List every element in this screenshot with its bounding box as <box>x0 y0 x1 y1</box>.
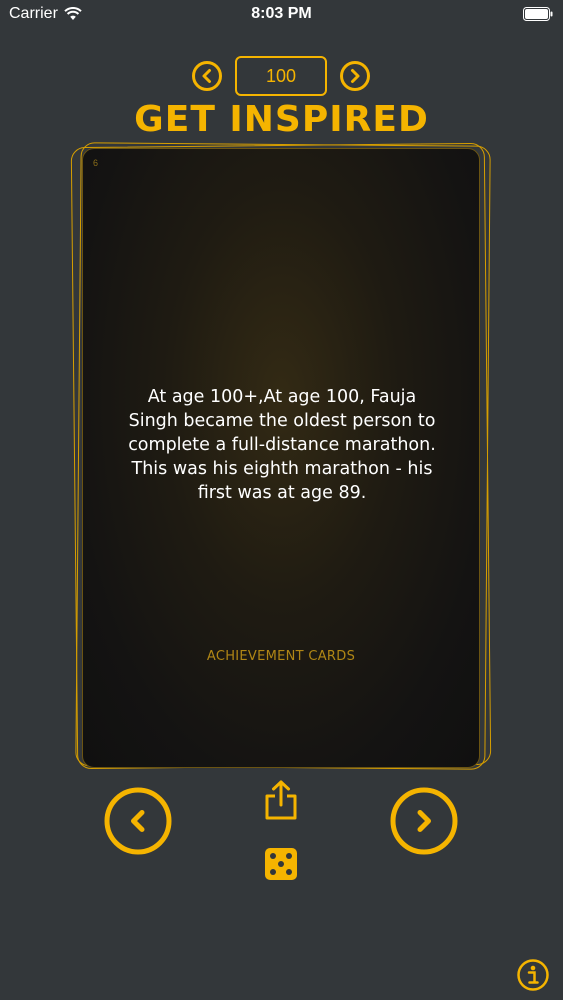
card-stack[interactable]: 6 At age 100+,At age 100, Fauja Singh be… <box>70 142 492 774</box>
share-icon[interactable] <box>264 779 298 821</box>
card-index: 6 <box>93 158 99 168</box>
chevron-left-circle-icon[interactable] <box>103 786 173 856</box>
top-navigation: 100 <box>0 54 563 98</box>
dice-icon[interactable] <box>264 847 298 881</box>
status-bar: Carrier 8:03 PM <box>0 0 563 30</box>
info-icon[interactable] <box>516 958 550 992</box>
page-title: GET INSPIRED <box>134 99 429 140</box>
chevron-right-circle-icon[interactable] <box>389 786 459 856</box>
card-counter[interactable]: 100 <box>235 56 327 96</box>
status-time: 8:03 PM <box>251 5 312 22</box>
card-text: At age 100+,At age 100, Fauja Singh beca… <box>128 387 436 503</box>
chevron-left-circle-icon[interactable] <box>192 61 222 91</box>
chevron-right-circle-icon[interactable] <box>340 61 370 91</box>
quote-card[interactable]: 6 At age 100+,At age 100, Fauja Singh be… <box>82 148 480 768</box>
battery-icon <box>523 7 553 21</box>
card-category: ACHIEVEMENT CARDS <box>206 649 356 664</box>
